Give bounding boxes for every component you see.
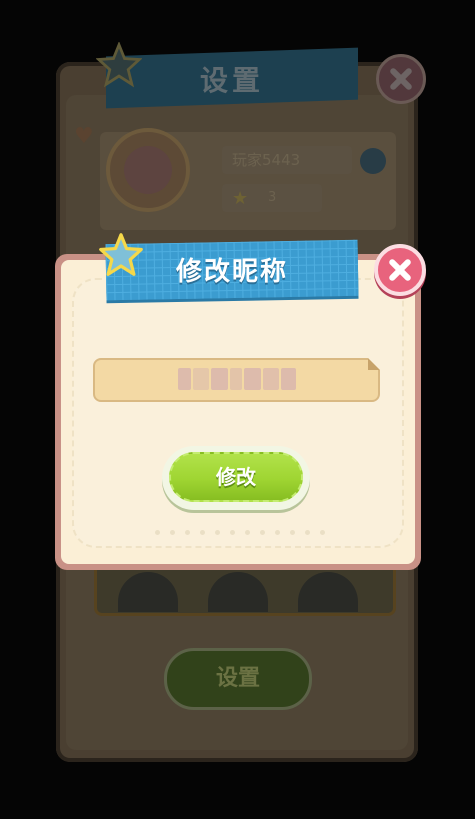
settings-close-button bbox=[376, 54, 426, 104]
confirm-rename-label[interactable]: 修改 bbox=[169, 452, 303, 502]
avatar bbox=[106, 128, 190, 212]
close-button[interactable] bbox=[374, 244, 426, 296]
settings-star-icon bbox=[96, 42, 142, 88]
settings-button: 设置 bbox=[164, 648, 312, 710]
decorative-dots bbox=[140, 530, 340, 540]
settings-title: 设置 bbox=[199, 64, 264, 97]
player-level: 3 bbox=[268, 190, 277, 205]
level-star-icon: ★ bbox=[232, 188, 249, 209]
avatar-face bbox=[124, 146, 172, 194]
star-icon bbox=[99, 233, 143, 276]
heart-icon: ♥ bbox=[74, 124, 94, 149]
edit-icon bbox=[360, 148, 386, 174]
player-name: 玩家5443 bbox=[232, 151, 301, 169]
nickname-blurred-text bbox=[178, 368, 296, 390]
